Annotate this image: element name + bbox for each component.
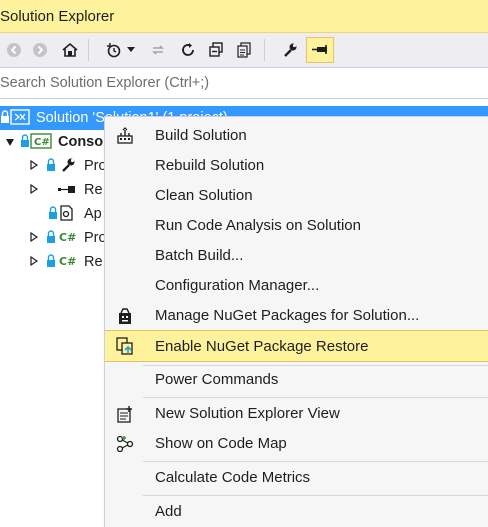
back-icon[interactable]: [2, 37, 26, 63]
menu-item-calculate-code-metrics[interactable]: Calculate Code Metrics: [105, 463, 488, 493]
lock-icon: [46, 157, 56, 173]
csharp-file-icon: C#: [58, 253, 78, 269]
menu-item-build-solution[interactable]: Build Solution: [105, 121, 488, 151]
menu-item-label: Build Solution: [155, 127, 247, 144]
lock-icon: [48, 205, 58, 221]
toolbar-separator: [88, 39, 89, 61]
menu-item-label: Run Code Analysis on Solution: [155, 217, 361, 234]
csharp-project-icon: C#: [30, 133, 52, 149]
tree-item-label: Ap: [84, 206, 102, 222]
menu-item-label: Show on Code Map: [155, 435, 287, 452]
menu-item-label: Rebuild Solution: [155, 157, 265, 174]
menu-item-add[interactable]: Add: [105, 497, 488, 527]
menu-item-enable-nuget-restore[interactable]: Enable NuGet Package Restore: [105, 330, 488, 362]
collapsed-arrow-icon[interactable]: [30, 184, 38, 194]
menu-item-run-code-analysis[interactable]: Run Code Analysis on Solution: [105, 211, 488, 241]
wrench-icon: [60, 157, 76, 173]
panel-title: Solution Explorer: [0, 8, 115, 25]
svg-text:C#: C#: [59, 255, 76, 268]
menu-item-power-commands[interactable]: Power Commands: [105, 365, 488, 395]
lock-icon: [46, 229, 56, 245]
context-menu: Build Solution Rebuild Solution Clean So…: [104, 116, 488, 527]
home-icon[interactable]: [58, 37, 82, 63]
lock-icon: [0, 109, 10, 125]
search-placeholder: Search Solution Explorer (Ctrl+;): [0, 75, 210, 91]
sync-icon[interactable]: [146, 37, 170, 63]
menu-item-manage-nuget[interactable]: Manage NuGet Packages for Solution...: [105, 301, 488, 331]
menu-separator: [143, 461, 488, 462]
collapsed-arrow-icon[interactable]: [30, 256, 38, 266]
menu-item-label: Batch Build...: [155, 247, 244, 264]
menu-separator: [143, 495, 488, 496]
menu-item-label: Add: [155, 503, 182, 520]
menu-item-label: Calculate Code Metrics: [155, 469, 311, 486]
collapsed-arrow-icon[interactable]: [30, 232, 38, 242]
menu-item-label: Configuration Manager...: [155, 277, 320, 294]
nuget-icon: [115, 307, 135, 325]
expand-arrow-icon[interactable]: [6, 139, 14, 146]
svg-text:C#: C#: [34, 137, 50, 148]
menu-item-clean-solution[interactable]: Clean Solution: [105, 181, 488, 211]
csharp-file-icon: C#: [58, 229, 78, 245]
menu-item-label: Power Commands: [155, 371, 279, 388]
package-restore-icon: [115, 337, 135, 355]
project-label: Conso: [58, 134, 104, 150]
menu-item-label: New Solution Explorer View: [155, 405, 340, 422]
refresh-icon[interactable]: [176, 37, 200, 63]
menu-item-batch-build[interactable]: Batch Build...: [105, 241, 488, 271]
toolbar: [0, 33, 488, 68]
lock-icon: [20, 133, 30, 149]
code-map-icon: [115, 435, 135, 453]
search-input[interactable]: Search Solution Explorer (Ctrl+;): [0, 68, 488, 99]
menu-item-configuration-manager[interactable]: Configuration Manager...: [105, 271, 488, 301]
lock-icon: [46, 253, 56, 269]
menu-item-new-solution-explorer-view[interactable]: New Solution Explorer View: [105, 399, 488, 429]
history-icon[interactable]: [102, 37, 126, 63]
solution-icon: [10, 109, 30, 125]
menu-item-label: Enable NuGet Package Restore: [155, 338, 369, 355]
pin-icon[interactable]: [306, 37, 334, 63]
menu-item-show-on-code-map[interactable]: Show on Code Map: [105, 429, 488, 459]
show-all-files-icon[interactable]: [232, 37, 256, 63]
menu-item-label: Clean Solution: [155, 187, 253, 204]
collapse-all-icon[interactable]: [204, 37, 228, 63]
references-icon: [56, 181, 78, 197]
build-icon: [115, 127, 135, 145]
new-view-icon: [115, 405, 135, 423]
title-bar: Solution Explorer: [0, 0, 488, 33]
menu-item-rebuild-solution[interactable]: Rebuild Solution: [105, 151, 488, 181]
tree-item-label: Re: [84, 182, 103, 198]
tree-item-label: Re: [84, 254, 103, 270]
collapsed-arrow-icon[interactable]: [30, 160, 38, 170]
menu-item-label: Manage NuGet Packages for Solution...: [155, 307, 420, 324]
menu-separator: [143, 397, 488, 398]
dropdown-arrow-icon[interactable]: [124, 37, 138, 63]
toolbar-separator: [264, 39, 265, 61]
forward-icon[interactable]: [28, 37, 52, 63]
svg-text:C#: C#: [59, 231, 76, 244]
config-file-icon: [58, 205, 76, 221]
properties-icon[interactable]: [278, 37, 302, 63]
